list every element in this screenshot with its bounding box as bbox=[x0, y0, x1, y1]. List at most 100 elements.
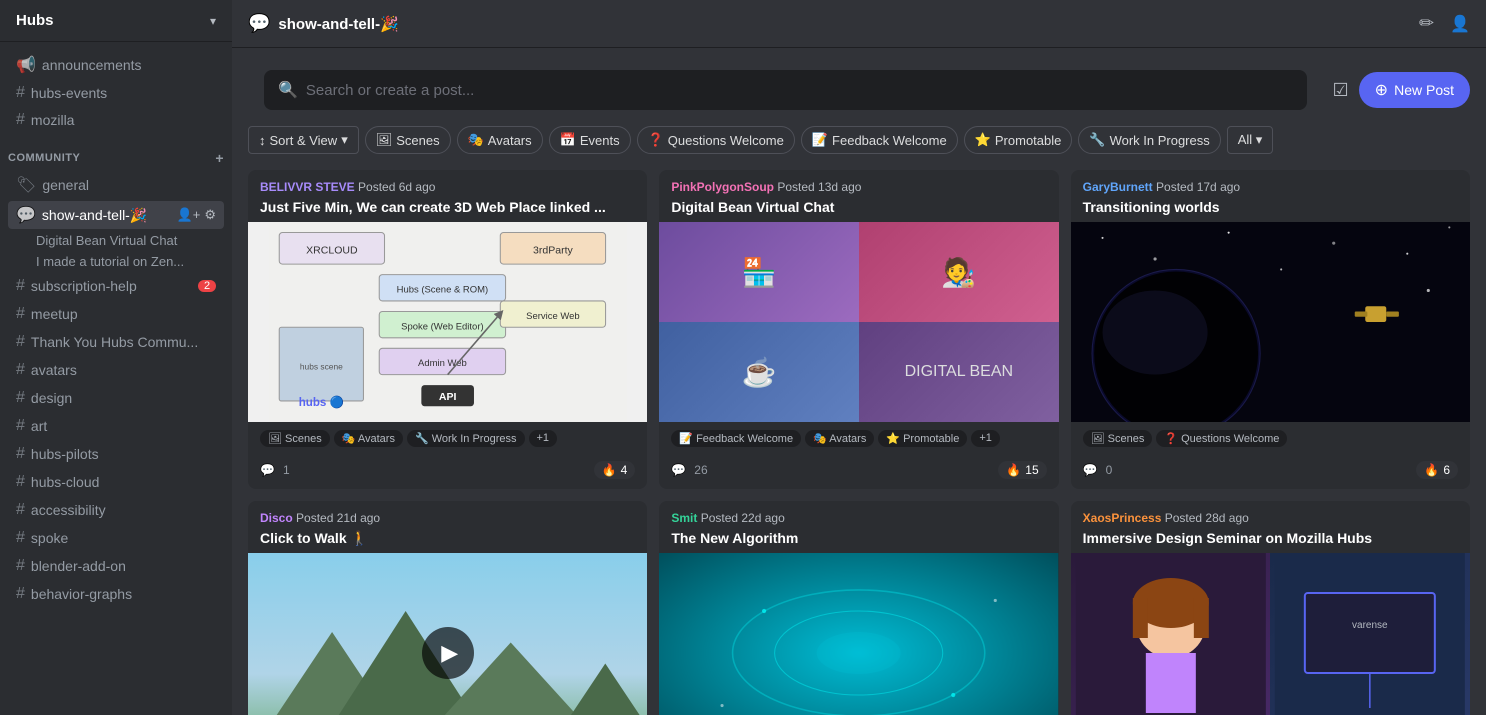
sidebar-item-general[interactable]: 🏷 general bbox=[8, 171, 224, 199]
add-member-icon[interactable]: 👤+ bbox=[177, 207, 201, 223]
edit-icon[interactable]: ✏ bbox=[1419, 13, 1434, 34]
reaction-emoji: 🔥 bbox=[1006, 463, 1021, 477]
sidebar-item-show-and-tell[interactable]: 💬 show-and-tell-🎉 👤+ ⚙ bbox=[8, 201, 224, 229]
sidebar-item-hubs-cloud[interactable]: # hubs-cloud bbox=[8, 469, 224, 495]
sort-view-button[interactable]: ↕ Sort & View ▾ bbox=[248, 126, 359, 154]
thread-digital-bean[interactable]: Digital Bean Virtual Chat bbox=[8, 230, 224, 251]
gear-icon[interactable]: ⚙ bbox=[204, 207, 216, 223]
questions-icon: ❓ bbox=[648, 132, 664, 148]
sidebar-item-art[interactable]: # art bbox=[8, 413, 224, 439]
post-author: BELIVVR STEVE Posted 6d ago bbox=[260, 180, 635, 194]
unread-badge: 2 bbox=[198, 280, 216, 292]
reaction-count: 4 bbox=[621, 463, 628, 477]
tag-promotable[interactable]: ⭐ Promotable bbox=[878, 430, 967, 447]
new-post-icon: ⊕ bbox=[1375, 80, 1388, 100]
filter-avatars-button[interactable]: 🎭 Avatars bbox=[457, 126, 543, 154]
tag-feedback[interactable]: 📝 Feedback Welcome bbox=[671, 430, 801, 447]
search-input[interactable] bbox=[306, 82, 1293, 99]
hash-icon: # bbox=[16, 84, 25, 102]
tag-wip[interactable]: 🔧 Work In Progress bbox=[407, 430, 525, 447]
reaction-badge[interactable]: 🔥 4 bbox=[594, 461, 636, 479]
sidebar-item-avatars[interactable]: # avatars bbox=[8, 357, 224, 383]
all-filter-button[interactable]: All ▾ bbox=[1227, 126, 1274, 154]
more-tags[interactable]: +1 bbox=[971, 430, 1000, 447]
speaker-icon: 📢 bbox=[16, 55, 36, 75]
sidebar-item-blender-add-on[interactable]: # blender-add-on bbox=[8, 553, 224, 579]
post-stats: 💬 26 bbox=[671, 463, 707, 477]
sidebar-item-announcements[interactable]: 📢 announcements bbox=[8, 51, 224, 79]
filter-promotable-button[interactable]: ⭐ Promotable bbox=[964, 126, 1073, 154]
events-icon: 📅 bbox=[560, 132, 576, 148]
post-time: Posted 6d ago bbox=[358, 180, 435, 194]
topbar: 💬 show-and-tell-🎉 ✏ 👤 bbox=[232, 0, 1486, 48]
post-image: XRCLOUD 3rdParty Hubs (Scene & ROM) Spok… bbox=[248, 222, 647, 422]
tag-questions[interactable]: ❓ Questions Welcome bbox=[1156, 430, 1287, 447]
author-name: PinkPolygonSoup bbox=[671, 180, 774, 194]
reaction-emoji: 🔥 bbox=[1424, 463, 1439, 477]
sidebar-item-hubs-pilots[interactable]: # hubs-pilots bbox=[8, 441, 224, 467]
thread-tutorial-zen[interactable]: I made a tutorial on Zen... bbox=[8, 251, 224, 272]
reaction-badge[interactable]: 🔥 15 bbox=[998, 461, 1046, 479]
post-header: GaryBurnett Posted 17d ago Transitioning… bbox=[1071, 170, 1470, 222]
post-time: Posted 13d ago bbox=[777, 180, 861, 194]
post-card[interactable]: PinkPolygonSoup Posted 13d ago Digital B… bbox=[659, 170, 1058, 489]
wip-icon: 🔧 bbox=[1089, 132, 1105, 148]
sidebar-item-label: mozilla bbox=[31, 112, 75, 128]
tag-avatars[interactable]: 🎭 Avatars bbox=[334, 430, 403, 447]
inbox-icon[interactable]: ☑ bbox=[1333, 80, 1349, 101]
sort-icon: ↕ bbox=[259, 133, 266, 148]
more-tags[interactable]: +1 bbox=[529, 430, 558, 447]
post-card[interactable]: XaosPrincess Posted 28d ago Immersive De… bbox=[1071, 501, 1470, 715]
reaction-badge[interactable]: 🔥 6 bbox=[1416, 461, 1458, 479]
tag-avatars[interactable]: 🎭 Avatars bbox=[805, 430, 874, 447]
filter-questions-button[interactable]: ❓ Questions Welcome bbox=[637, 126, 795, 154]
hash-icon: # bbox=[16, 417, 25, 435]
feedback-icon: 📝 bbox=[812, 132, 828, 148]
user-icon[interactable]: 👤 bbox=[1450, 14, 1470, 34]
tag-scenes[interactable]: 🖼 Scenes bbox=[260, 430, 330, 447]
play-button-icon[interactable]: ▶ bbox=[422, 627, 474, 679]
sidebar-item-thank-you[interactable]: # Thank You Hubs Commu... bbox=[8, 329, 224, 355]
sidebar-item-spoke[interactable]: # spoke bbox=[8, 525, 224, 551]
chat-channel-icon: 💬 bbox=[248, 13, 270, 34]
filter-label: Scenes bbox=[396, 133, 439, 148]
filter-label: Work In Progress bbox=[1110, 133, 1210, 148]
sidebar-item-label: hubs-events bbox=[31, 85, 107, 101]
post-title: Transitioning worlds bbox=[1083, 198, 1458, 216]
new-post-button[interactable]: ⊕ New Post bbox=[1359, 72, 1470, 108]
add-channel-icon[interactable]: + bbox=[215, 150, 224, 166]
post-time: Posted 21d ago bbox=[296, 511, 380, 525]
comment-icon: 💬 bbox=[671, 463, 686, 477]
post-card[interactable]: GaryBurnett Posted 17d ago Transitioning… bbox=[1071, 170, 1470, 489]
posts-grid: BELIVVR STEVE Posted 6d ago Just Five Mi… bbox=[248, 170, 1470, 715]
post-title: Click to Walk 🚶 bbox=[260, 529, 635, 547]
post-card[interactable]: Disco Posted 21d ago Click to Walk 🚶 bbox=[248, 501, 647, 715]
filter-bar: ↕ Sort & View ▾ 🖼 Scenes 🎭 Avatars 📅 Eve… bbox=[232, 126, 1486, 162]
sidebar-item-label: general bbox=[42, 177, 89, 193]
post-time: Posted 22d ago bbox=[701, 511, 785, 525]
avatars-icon: 🎭 bbox=[468, 132, 484, 148]
post-author: XaosPrincess Posted 28d ago bbox=[1083, 511, 1458, 525]
post-card[interactable]: Smit Posted 22d ago The New Algorithm bbox=[659, 501, 1058, 715]
sidebar-item-meetup[interactable]: # meetup bbox=[8, 301, 224, 327]
filter-events-button[interactable]: 📅 Events bbox=[549, 126, 631, 154]
tag-scenes[interactable]: 🖼 Scenes bbox=[1083, 430, 1153, 447]
sidebar-item-label: subscription-help bbox=[31, 278, 137, 294]
filter-feedback-button[interactable]: 📝 Feedback Welcome bbox=[801, 126, 958, 154]
filter-wip-button[interactable]: 🔧 Work In Progress bbox=[1078, 126, 1220, 154]
channel-name: show-and-tell-🎉 bbox=[278, 15, 398, 33]
sidebar-item-accessibility[interactable]: # accessibility bbox=[8, 497, 224, 523]
sidebar-item-mozilla[interactable]: # mozilla bbox=[8, 107, 224, 133]
sidebar-item-behavior-graphs[interactable]: # behavior-graphs bbox=[8, 581, 224, 607]
filter-scenes-button[interactable]: 🖼 Scenes bbox=[365, 126, 451, 154]
reaction-emoji: 🔥 bbox=[602, 463, 617, 477]
sidebar-item-hubs-events[interactable]: # hubs-events bbox=[8, 80, 224, 106]
sidebar-item-design[interactable]: # design bbox=[8, 385, 224, 411]
sidebar-item-subscription-help[interactable]: # subscription-help 2 bbox=[8, 273, 224, 299]
svg-text:Hubs (Scene & ROM): Hubs (Scene & ROM) bbox=[397, 285, 489, 296]
comment-icon: 💬 bbox=[1083, 463, 1098, 477]
post-image bbox=[659, 553, 1058, 715]
server-header[interactable]: Hubs ▾ bbox=[0, 0, 232, 42]
author-name: GaryBurnett bbox=[1083, 180, 1153, 194]
post-card[interactable]: BELIVVR STEVE Posted 6d ago Just Five Mi… bbox=[248, 170, 647, 489]
